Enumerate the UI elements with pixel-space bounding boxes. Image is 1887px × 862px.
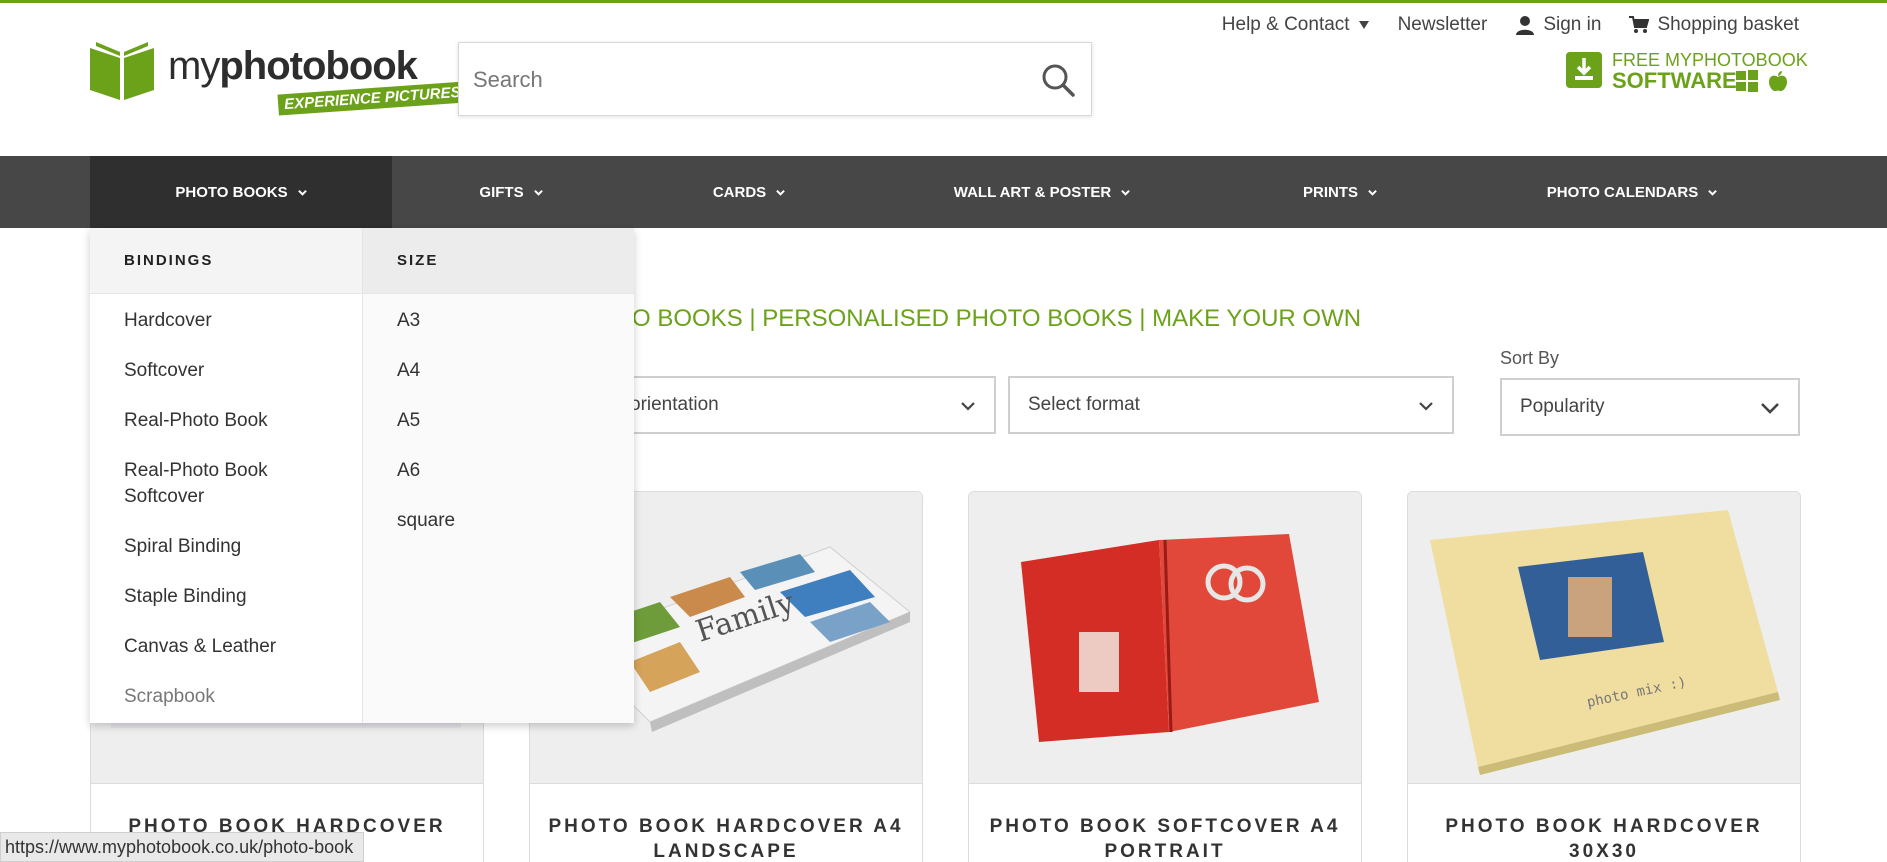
size-heading: SIZE <box>363 228 634 294</box>
top-accent-line <box>0 0 1887 3</box>
newsletter-link[interactable]: Newsletter <box>1398 14 1488 36</box>
bindings-heading: BINDINGS <box>90 228 362 294</box>
photo-books-dropdown: BINDINGS Hardcover Softcover Real-Photo … <box>90 228 634 723</box>
product-title: PHOTO BOOK HARDCOVER A4 LANDSCAPE <box>548 816 904 862</box>
chevron-down-icon <box>533 189 543 196</box>
sort-by-label: Sort By <box>1500 348 1560 368</box>
os-icons <box>1736 70 1788 92</box>
apple-icon <box>1769 71 1787 92</box>
orientation-select[interactable]: orientation <box>610 376 996 434</box>
software-line2: SOFTWARE <box>1612 68 1737 93</box>
product-image <box>969 492 1361 784</box>
logo-wordmark: myphotobook <box>168 44 418 88</box>
sign-in-label: Sign in <box>1543 14 1602 35</box>
shopping-basket-link[interactable]: Shopping basket <box>1629 14 1799 36</box>
top-links: Help & Contact Newsletter Sign in Shoppi… <box>1222 14 1799 36</box>
sort-select-value: Popularity <box>1520 396 1605 417</box>
size-a6[interactable]: A6 <box>397 458 607 484</box>
format-select-value: Select format <box>1028 394 1140 415</box>
page-heading: O BOOKS | PERSONALISED PHOTO BOOKS | MAK… <box>632 305 1362 332</box>
binding-canvas-leather[interactable]: Canvas & Leather <box>124 634 334 660</box>
nav-cards[interactable]: CARDS <box>630 156 868 228</box>
size-square[interactable]: square <box>397 508 607 534</box>
search-icon[interactable] <box>1039 61 1077 99</box>
nav-photo-calendars[interactable]: PHOTO CALENDARS <box>1464 156 1800 228</box>
nav-prints[interactable]: PRINTS <box>1216 156 1464 228</box>
search-input[interactable] <box>473 63 1013 97</box>
orientation-select-value: orientation <box>630 394 719 415</box>
help-contact-link[interactable]: Help & Contact <box>1222 14 1370 36</box>
main-nav: PHOTO BOOKS GIFTS CARDS WALL ART & POSTE… <box>0 156 1887 228</box>
nav-label: PHOTO BOOKS <box>175 183 288 201</box>
size-list: A3 A4 A5 A6 square <box>397 308 607 558</box>
product-image: photo mix :) <box>1408 492 1800 784</box>
format-select[interactable]: Select format <box>1008 376 1454 434</box>
binding-scrapbook[interactable]: Scrapbook <box>124 684 334 710</box>
chevron-down-icon <box>1708 189 1718 196</box>
binding-softcover[interactable]: Softcover <box>124 358 334 384</box>
book-logo-icon <box>90 42 154 100</box>
download-icon <box>1566 52 1602 88</box>
nav-photo-books[interactable]: PHOTO BOOKS <box>90 156 392 228</box>
binding-staple[interactable]: Staple Binding <box>124 584 334 610</box>
binding-real-photo-softcover[interactable]: Real-Photo Book Softcover <box>124 458 334 510</box>
nav-label: PRINTS <box>1302 183 1358 201</box>
product-card[interactable]: PHOTO BOOK SOFTCOVER A4 PORTRAIT <box>968 491 1362 862</box>
software-download-link[interactable]: FREE MYPHOTOBOOK SOFTWARE <box>1566 50 1808 94</box>
binding-real-photo-book[interactable]: Real-Photo Book <box>124 408 334 434</box>
caret-down-icon <box>1358 21 1369 29</box>
size-a4[interactable]: A4 <box>397 358 607 384</box>
nav-label: PHOTO CALENDARS <box>1546 183 1699 201</box>
sign-in-link[interactable]: Sign in <box>1515 14 1601 36</box>
size-a3[interactable]: A3 <box>397 308 607 334</box>
chevron-down-icon <box>1121 189 1131 196</box>
user-icon <box>1516 16 1535 35</box>
chevron-down-icon <box>961 402 975 411</box>
site-logo[interactable]: myphotobook EXPERIENCE PICTURES <box>88 40 468 118</box>
search-box <box>458 42 1092 116</box>
product-title: PHOTO BOOK HARDCOVER 30X30 <box>1445 816 1763 862</box>
nav-wall-art-poster[interactable]: WALL ART & POSTER <box>868 156 1216 228</box>
page: myphotobook EXPERIENCE PICTURES Help & C… <box>0 0 1887 862</box>
bindings-list: Hardcover Softcover Real-Photo Book Real… <box>124 308 334 734</box>
chevron-down-icon <box>776 189 785 196</box>
shopping-basket-label: Shopping basket <box>1657 14 1799 35</box>
photo-book-illustration: photo mix :) <box>1430 510 1780 775</box>
windows-icon <box>1736 70 1758 92</box>
newsletter-label: Newsletter <box>1397 14 1488 35</box>
size-a5[interactable]: A5 <box>397 408 607 434</box>
nav-label: GIFTS <box>479 183 524 201</box>
nav-label: WALL ART & POSTER <box>953 183 1112 201</box>
product-card[interactable]: photo mix :) PHOTO BOOK HARDCOVER 30X30 <box>1407 491 1801 862</box>
bindings-column: BINDINGS Hardcover Softcover Real-Photo … <box>90 228 363 723</box>
chevron-down-icon <box>1419 402 1433 411</box>
status-bar-url: https://www.myphotobook.co.uk/photo-book <box>0 832 365 862</box>
photo-book-illustration <box>1021 534 1319 742</box>
binding-hardcover[interactable]: Hardcover <box>124 308 334 334</box>
cart-icon <box>1629 16 1650 33</box>
product-title: PHOTO BOOK SOFTCOVER A4 PORTRAIT <box>989 816 1341 862</box>
chevron-down-icon <box>1761 403 1779 414</box>
nav-label: CARDS <box>712 183 767 201</box>
size-column: SIZE A3 A4 A5 A6 square <box>363 228 634 723</box>
help-contact-label: Help & Contact <box>1221 14 1350 35</box>
nav-gifts[interactable]: GIFTS <box>392 156 630 228</box>
chevron-down-icon <box>1368 189 1377 196</box>
binding-spiral[interactable]: Spiral Binding <box>124 534 334 560</box>
chevron-down-icon <box>297 189 307 196</box>
sort-select[interactable]: Popularity <box>1500 378 1800 436</box>
